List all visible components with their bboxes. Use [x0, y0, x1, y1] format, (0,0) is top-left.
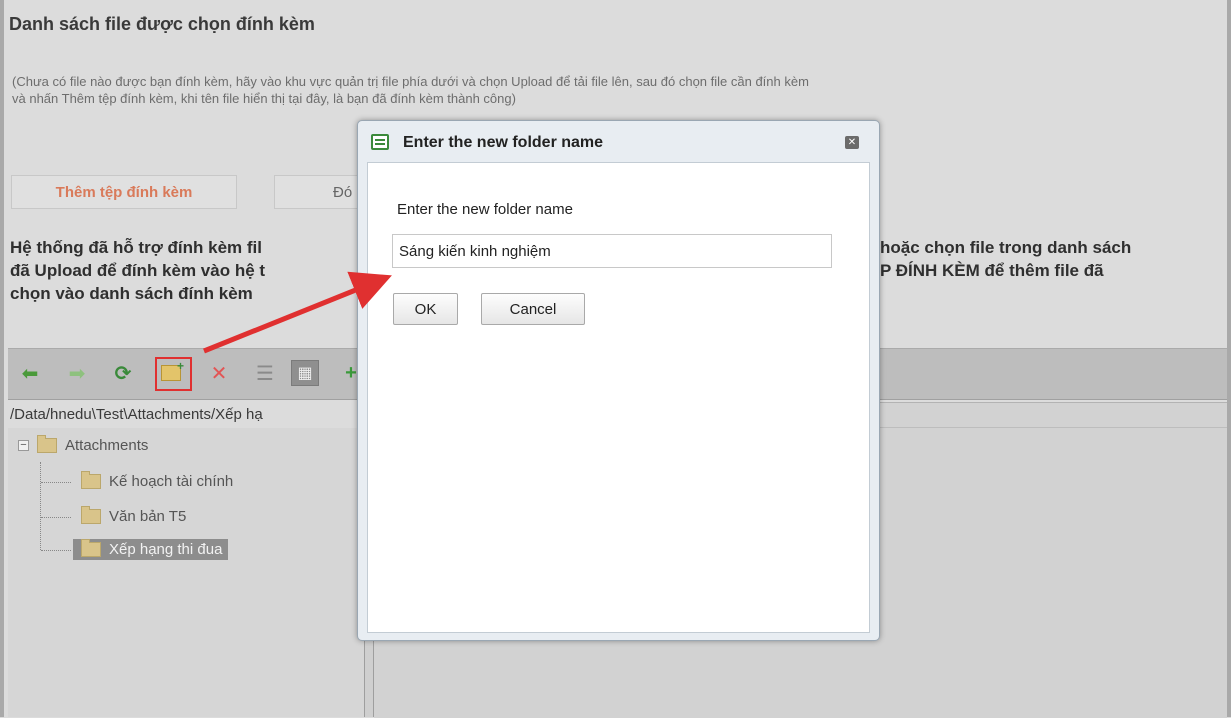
annotation-arrow	[203, 271, 392, 354]
